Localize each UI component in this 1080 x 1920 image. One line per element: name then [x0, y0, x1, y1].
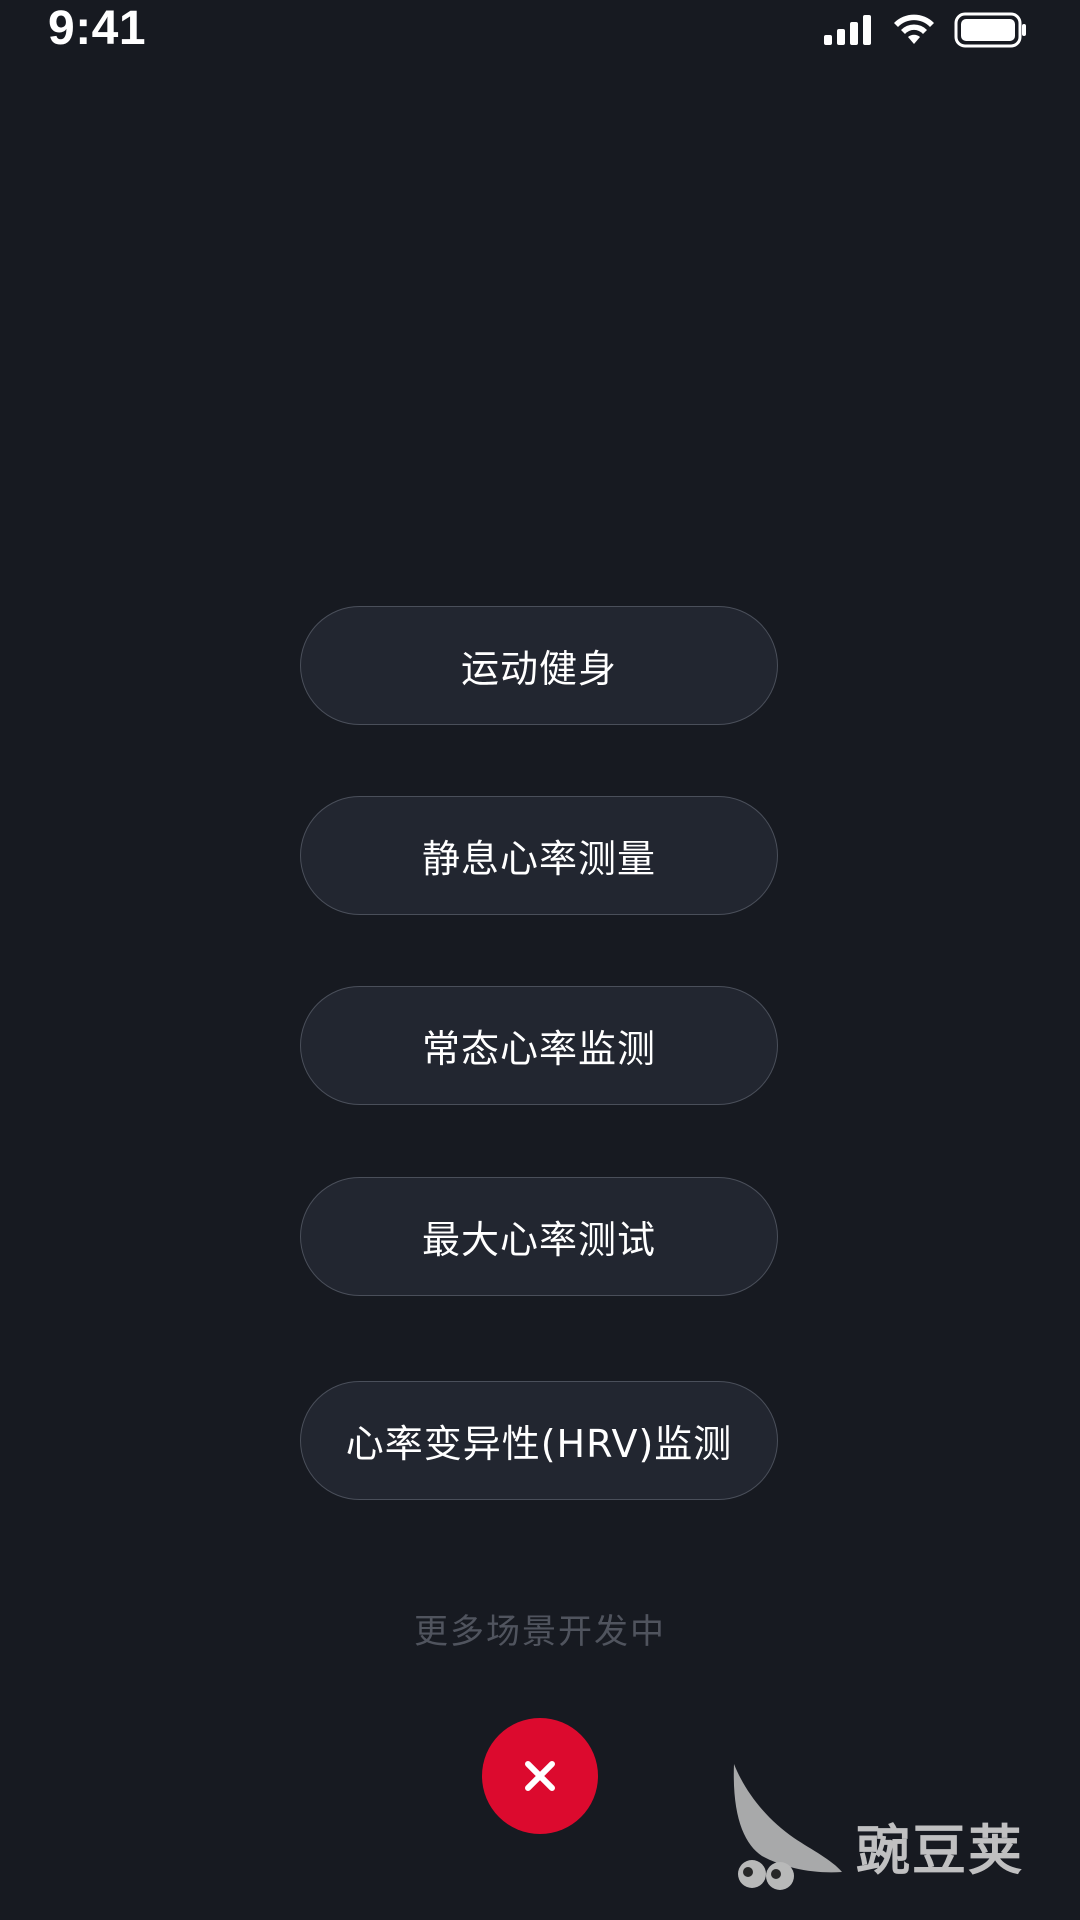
wifi-icon	[894, 14, 934, 44]
heart-rate-mode-screen: 9:41 运动健身 静息心率测量 常态心率监测 最大心率测试 心率变异性(HRV…	[0, 0, 1080, 1920]
mode-button-label: 静息心率测量	[421, 837, 656, 881]
status-icons	[824, 12, 1028, 48]
status-time: 9:41	[48, 2, 147, 55]
watermark: 豌豆荚	[728, 1764, 1048, 1894]
mode-button-routine-monitoring[interactable]: 常态心率监测	[300, 986, 778, 1105]
signal-icon	[824, 15, 871, 45]
status-bar: 9:41	[0, 0, 1080, 70]
mode-button-max-heart-rate-test[interactable]: 最大心率测试	[300, 1177, 778, 1296]
mode-button-hrv-monitoring[interactable]: 心率变异性(HRV)监测	[300, 1381, 778, 1500]
mode-button-label: 最大心率测试	[421, 1218, 656, 1262]
mode-button-fitness[interactable]: 运动健身	[300, 606, 778, 725]
mode-button-label: 常态心率监测	[421, 1027, 656, 1071]
pea-pod-logo-icon	[733, 1764, 842, 1890]
close-icon	[525, 1761, 555, 1791]
mode-button-label: 运动健身	[460, 647, 617, 691]
mode-button-label: 心率变异性(HRV)监测	[345, 1422, 733, 1466]
watermark-text: 豌豆荚	[856, 1819, 1024, 1882]
mode-button-resting-heart-rate[interactable]: 静息心率测量	[300, 796, 778, 915]
battery-icon	[954, 12, 1026, 48]
more-scenes-note: 更多场景开发中	[414, 1612, 666, 1652]
close-button[interactable]	[482, 1718, 598, 1834]
